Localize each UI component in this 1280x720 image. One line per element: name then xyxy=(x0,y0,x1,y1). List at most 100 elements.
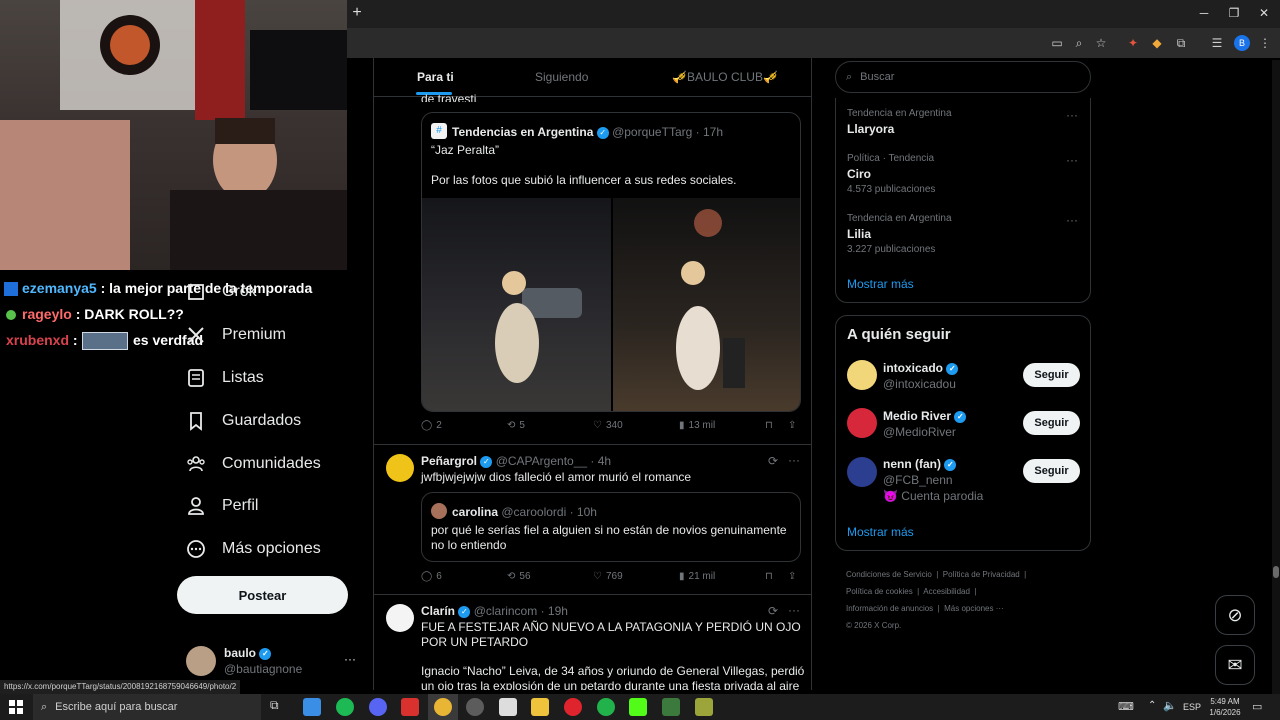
nav-premium[interactable]: Premium xyxy=(186,317,286,353)
scrollbar-track[interactable] xyxy=(1272,60,1280,694)
windows-start-icon[interactable] xyxy=(9,700,23,714)
notifications-icon[interactable]: ▭ xyxy=(1252,700,1262,713)
reply-button[interactable]: ◯ 6 xyxy=(421,571,442,582)
quote-card[interactable]: # Tendencias en Argentina ✓ @porqueTTarg… xyxy=(421,112,801,412)
new-tab-button[interactable]: + xyxy=(349,5,365,21)
keyboard-icon[interactable]: ⌨ xyxy=(1118,700,1134,713)
language-indicator[interactable]: ESP xyxy=(1183,702,1201,712)
extension-icon[interactable]: ◆ xyxy=(1148,34,1166,52)
taskbar-search-input[interactable]: ⌕ Escribe aquí para buscar xyxy=(33,694,261,720)
follow-button[interactable]: Seguir xyxy=(1023,411,1080,435)
bookmark-button[interactable]: ⊓ xyxy=(765,420,773,431)
repost-button[interactable]: ⟲ 5 xyxy=(507,420,525,431)
more-icon[interactable]: ··· xyxy=(788,603,800,617)
avatar[interactable] xyxy=(386,604,414,632)
obs-icon[interactable] xyxy=(466,698,484,716)
profile-icon xyxy=(188,497,204,515)
views-button[interactable]: ▮ 21 mil xyxy=(679,571,715,582)
copilot-icon[interactable] xyxy=(303,698,321,716)
grok-icon[interactable]: ⟳ xyxy=(768,454,778,468)
opera-icon[interactable] xyxy=(564,698,582,716)
task-view-icon[interactable]: ⧉ xyxy=(270,698,288,716)
close-icon[interactable]: ✕ xyxy=(1249,4,1279,22)
avatar[interactable] xyxy=(847,360,877,390)
nav-communities[interactable]: Comunidades xyxy=(186,446,321,482)
grok-icon[interactable]: ⟳ xyxy=(768,604,778,618)
more-icon[interactable]: ··· xyxy=(1066,213,1078,227)
more-icon[interactable]: ··· xyxy=(788,453,800,467)
chevron-up-icon[interactable]: ⌃ xyxy=(1148,700,1156,711)
footer-link[interactable]: Accesibilidad xyxy=(923,587,970,596)
tweet-photo[interactable] xyxy=(613,198,800,411)
footer-link[interactable]: Política de Privacidad xyxy=(943,570,1020,579)
extension-icon[interactable]: ✦ xyxy=(1124,34,1142,52)
bookmark-star-icon[interactable]: ☆ xyxy=(1092,34,1110,52)
account-menu-icon[interactable]: ··· xyxy=(344,652,356,666)
quote-header: Tendencias en Argentina ✓ @porqueTTarg ·… xyxy=(452,125,723,139)
scrollbar-thumb[interactable] xyxy=(1273,566,1279,578)
clock[interactable]: 5:49 AM 1/6/2026 xyxy=(1206,696,1244,718)
minimize-icon[interactable]: ─ xyxy=(1189,4,1219,22)
grok-fab-icon[interactable]: ⊘ xyxy=(1215,595,1255,635)
trend-name[interactable]: Ciro xyxy=(847,167,871,181)
tweet-photo[interactable] xyxy=(422,198,611,411)
share-icon: ⇪ xyxy=(788,571,797,582)
app-icon[interactable] xyxy=(401,698,419,716)
share-button[interactable]: ⇪ xyxy=(788,571,796,582)
show-more-link[interactable]: Mostrar más xyxy=(847,525,914,539)
more-icon[interactable]: ··· xyxy=(1066,153,1078,167)
avatar[interactable] xyxy=(847,457,877,487)
photo-left xyxy=(495,271,582,383)
bookmark-button[interactable]: ⊓ xyxy=(765,571,773,582)
volume-icon[interactable]: 🔈 xyxy=(1163,699,1177,712)
minecraft-icon[interactable] xyxy=(662,698,680,716)
follow-button[interactable]: Seguir xyxy=(1023,459,1080,483)
xbox-icon[interactable] xyxy=(597,698,615,716)
discord-icon[interactable] xyxy=(369,698,387,716)
share-button[interactable]: ⇪ xyxy=(788,420,796,431)
avatar[interactable] xyxy=(847,408,877,438)
spotify-icon[interactable] xyxy=(336,698,354,716)
nav-profile[interactable]: Perfil xyxy=(186,488,258,524)
tab-baulo-club[interactable]: 🎺BAULO CLUB🎺 xyxy=(672,70,778,84)
trend-name[interactable]: Llaryora xyxy=(847,122,894,136)
like-button[interactable]: ♡ 340 xyxy=(593,420,623,431)
nav-grok[interactable]: Grok xyxy=(186,274,257,310)
nav-lists[interactable]: Listas xyxy=(186,360,264,396)
nav-more-options[interactable]: Más opciones xyxy=(186,531,321,567)
search-input[interactable]: ⌕ Buscar xyxy=(835,61,1091,93)
reading-list-icon[interactable]: ☰ xyxy=(1208,34,1226,52)
views-button[interactable]: ▮ 13 mil xyxy=(679,420,715,431)
follow-button[interactable]: Seguir xyxy=(1023,363,1080,387)
menu-icon[interactable]: ⋮ xyxy=(1256,34,1274,52)
file-explorer-icon[interactable] xyxy=(531,698,549,716)
footer-link[interactable]: Más opciones ··· xyxy=(944,604,1004,613)
avatar[interactable] xyxy=(186,646,216,676)
cast-icon[interactable]: ▭ xyxy=(1048,34,1066,52)
nav-bookmarks[interactable]: Guardados xyxy=(186,403,301,439)
capcut-icon[interactable] xyxy=(499,698,517,716)
like-button[interactable]: ♡ 769 xyxy=(593,571,623,582)
webcam-overlay xyxy=(0,0,347,270)
puzzle-icon[interactable]: ⧉ xyxy=(1172,34,1190,52)
footer-link[interactable]: Política de cookies xyxy=(846,587,913,596)
profile-avatar[interactable]: B xyxy=(1234,35,1250,51)
quote-card[interactable]: carolina @caroolordi · 10h por qué le se… xyxy=(421,492,801,562)
zoom-icon[interactable]: ⌕ xyxy=(1070,34,1088,52)
avatar[interactable] xyxy=(386,454,414,482)
repost-button[interactable]: ⟲ 56 xyxy=(507,571,531,582)
chrome-icon[interactable] xyxy=(434,698,452,716)
messages-fab-icon[interactable]: ✉ xyxy=(1215,645,1255,685)
show-more-link[interactable]: Mostrar más xyxy=(847,277,914,291)
trend-name[interactable]: Lilia xyxy=(847,227,871,241)
post-button[interactable]: Postear xyxy=(177,576,348,614)
reply-button[interactable]: ◯ 2 xyxy=(421,420,442,431)
restore-icon[interactable]: ❐ xyxy=(1219,4,1249,22)
kick-icon[interactable] xyxy=(629,698,647,716)
tab-for-you[interactable]: Para ti xyxy=(417,70,454,84)
more-icon[interactable]: ··· xyxy=(1066,108,1078,122)
footer-link[interactable]: Condiciones de Servicio xyxy=(846,570,932,579)
tab-following[interactable]: Siguiendo xyxy=(535,70,588,84)
app-icon[interactable] xyxy=(695,698,713,716)
footer-link[interactable]: Información de anuncios xyxy=(846,604,933,613)
